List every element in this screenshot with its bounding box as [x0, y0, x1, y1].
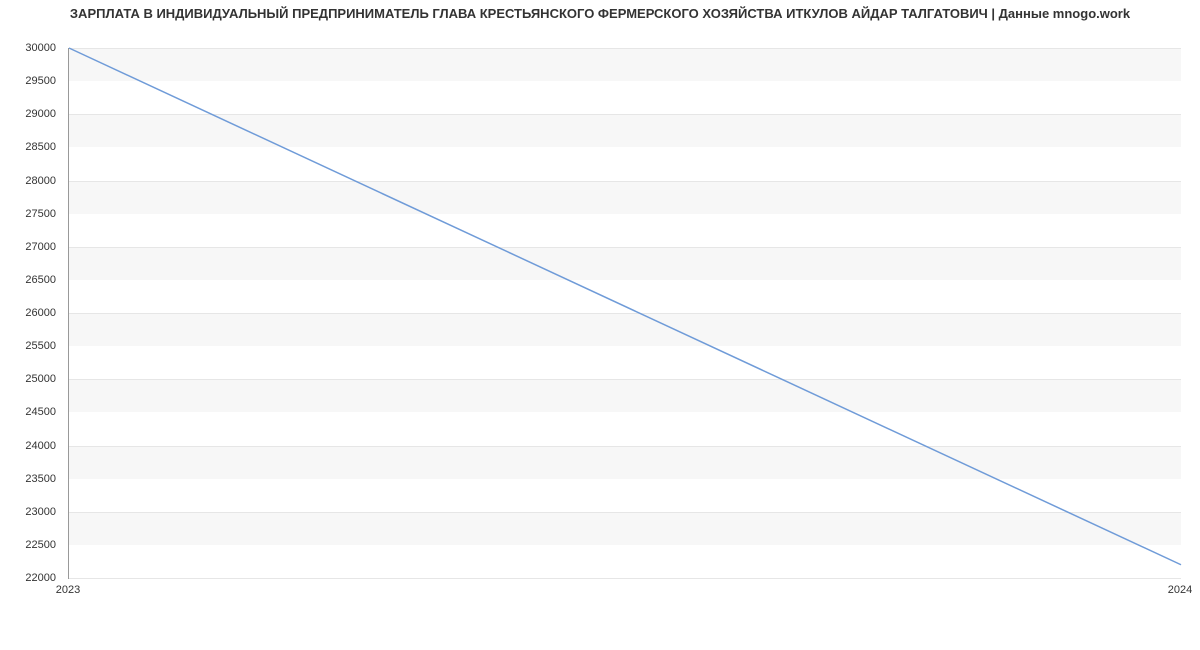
y-tick-label: 25500 [0, 340, 56, 352]
y-tick-label: 28500 [0, 141, 56, 153]
y-tick-label: 24500 [0, 406, 56, 418]
y-tick-label: 22000 [0, 572, 56, 584]
x-tick-label: 2023 [56, 584, 80, 596]
y-tick-label: 26500 [0, 274, 56, 286]
y-tick-label: 27500 [0, 208, 56, 220]
plot-area [68, 48, 1181, 579]
line-series [69, 48, 1181, 578]
y-tick-label: 28000 [0, 175, 56, 187]
y-tick-label: 30000 [0, 42, 56, 54]
x-tick-label: 2024 [1168, 584, 1192, 596]
y-tick-label: 26000 [0, 307, 56, 319]
y-tick-label: 29500 [0, 75, 56, 87]
y-tick-label: 24000 [0, 440, 56, 452]
chart-container: ЗАРПЛАТА В ИНДИВИДУАЛЬНЫЙ ПРЕДПРИНИМАТЕЛ… [0, 0, 1200, 620]
y-tick-label: 23500 [0, 473, 56, 485]
chart-title: ЗАРПЛАТА В ИНДИВИДУАЛЬНЫЙ ПРЕДПРИНИМАТЕЛ… [0, 6, 1200, 21]
y-tick-label: 22500 [0, 539, 56, 551]
y-tick-label: 23000 [0, 506, 56, 518]
grid-line [69, 578, 1181, 579]
y-tick-label: 25000 [0, 373, 56, 385]
y-tick-label: 29000 [0, 108, 56, 120]
y-tick-label: 27000 [0, 241, 56, 253]
